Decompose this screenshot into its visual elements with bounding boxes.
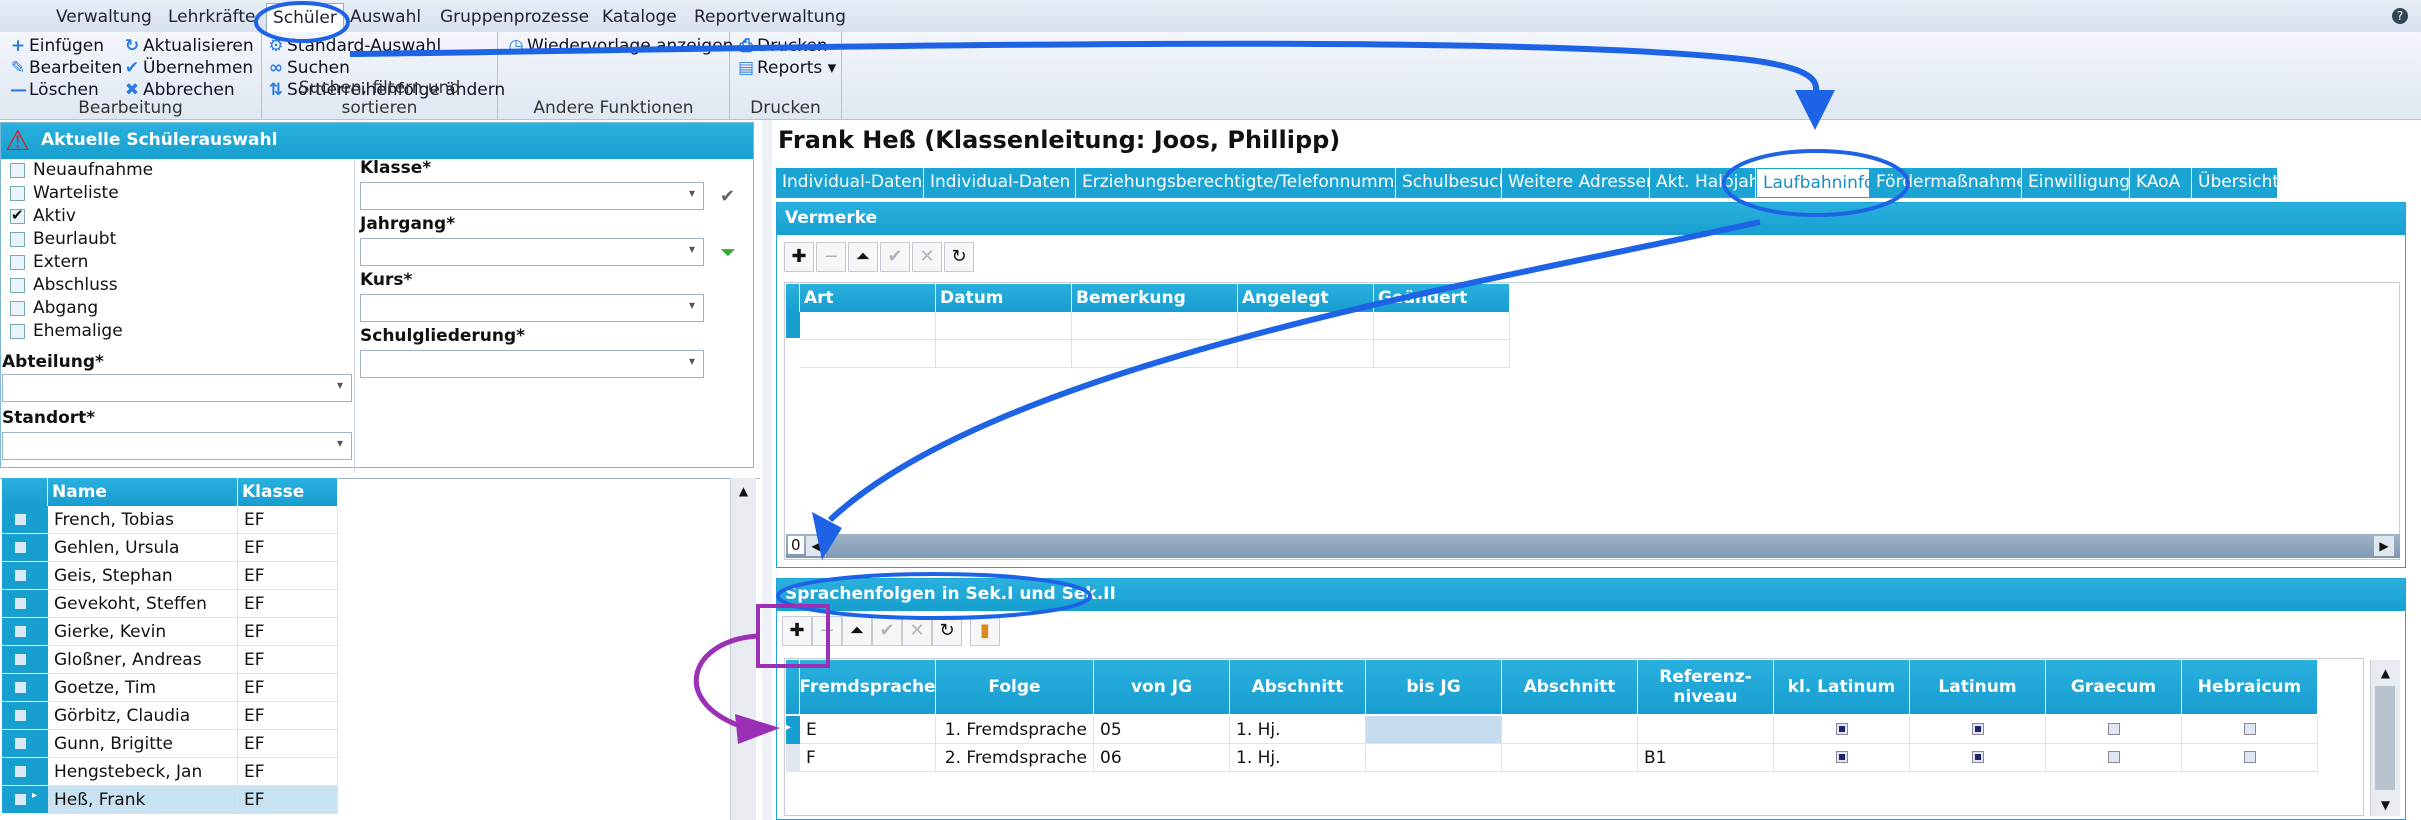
annotation-ellipse-laufbahninfo bbox=[1722, 149, 1910, 217]
annotation-arrow-2 bbox=[827, 219, 1761, 523]
annotation-box-add bbox=[756, 604, 830, 668]
annotation-ellipse-sprachen bbox=[776, 572, 1092, 620]
annotation-arrowhead-purple bbox=[735, 714, 780, 744]
annotation-arrow-purple bbox=[694, 633, 759, 729]
annotation-arrowhead-2 bbox=[812, 512, 842, 560]
annotation-arrow-1 bbox=[349, 40, 1820, 96]
annotation-arrowhead-1 bbox=[1795, 90, 1835, 130]
annotation-ellipse-schueler bbox=[254, 1, 350, 43]
annotation-overlay bbox=[254, 1, 1910, 744]
